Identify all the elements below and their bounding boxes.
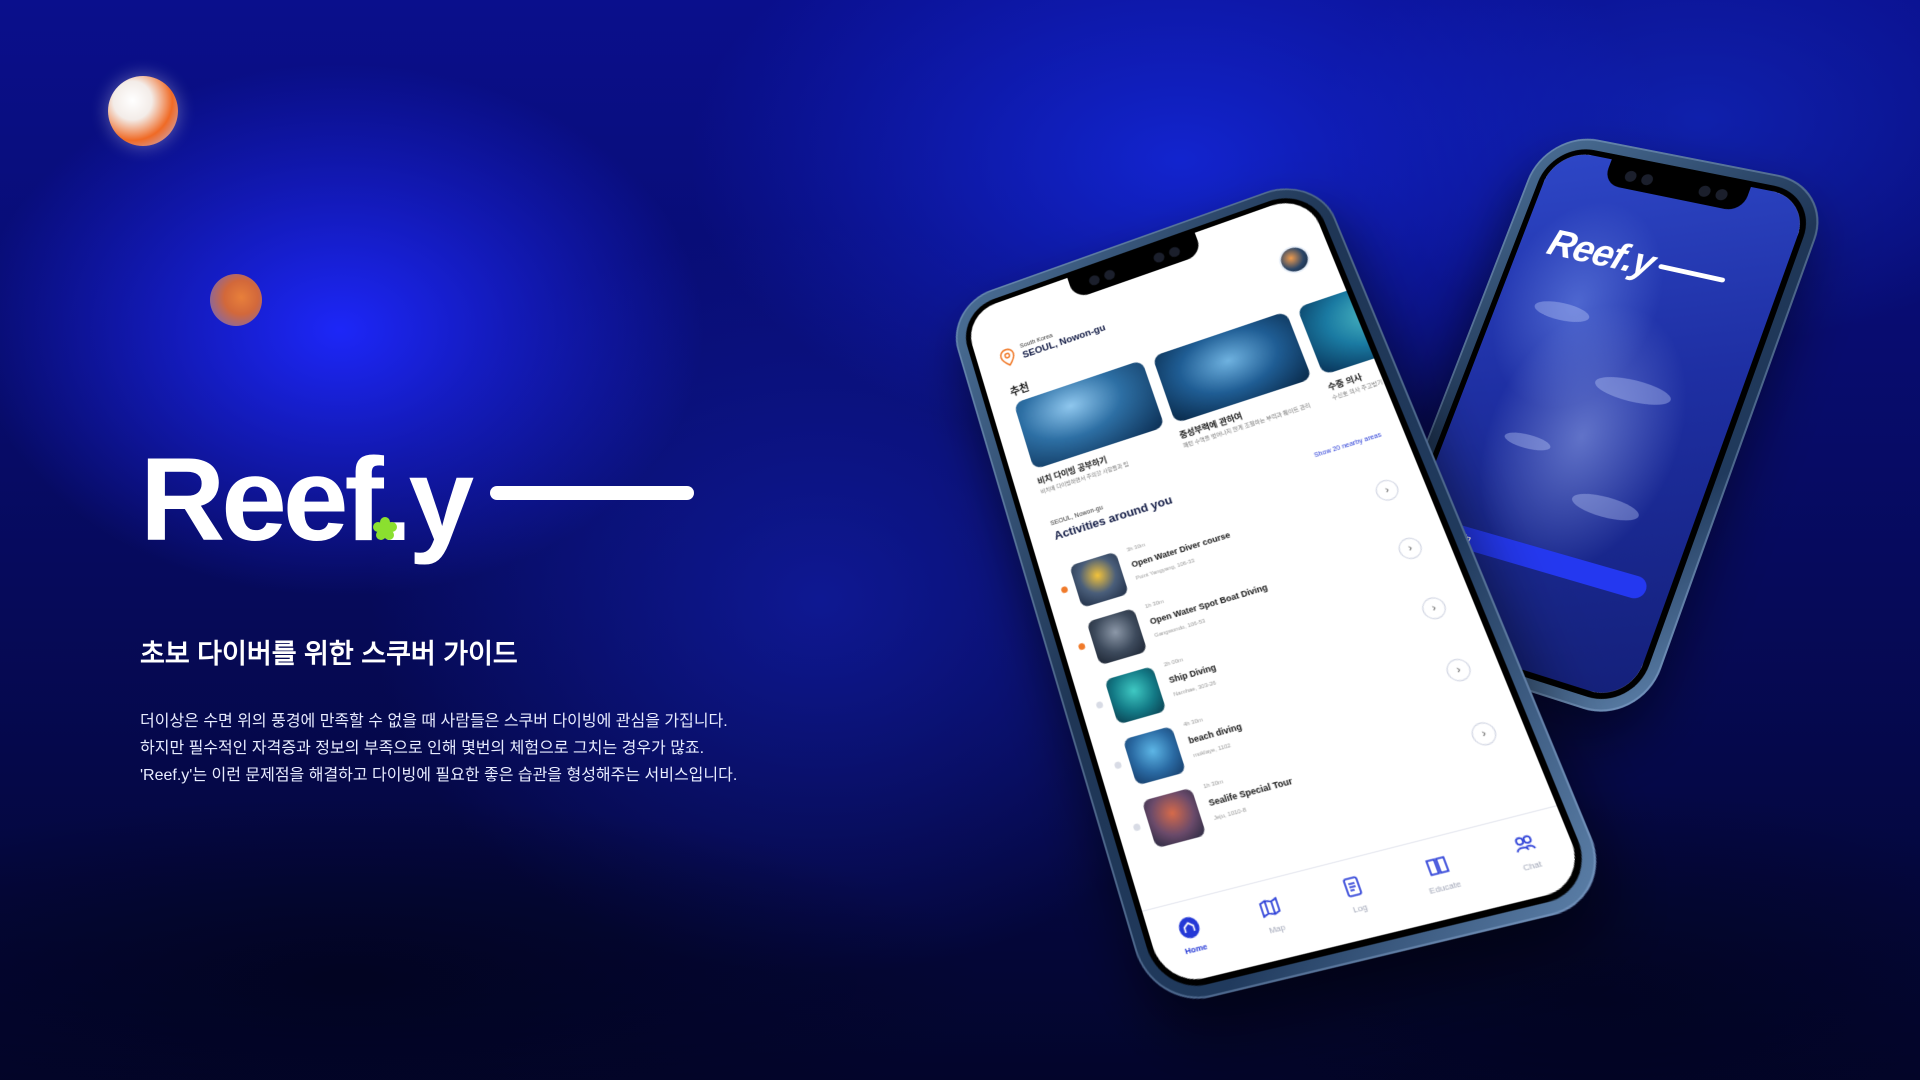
tab-label: Log: [1351, 901, 1369, 915]
activity-place: Namhae, 303-26: [1173, 680, 1218, 699]
recommend-card[interactable]: 중성부력에 관하여 패턴 수역을 벗어나지 않게 조절하는 부력과 웨이트 관리: [1152, 311, 1322, 450]
activity-duration: 2h 00m: [1163, 657, 1184, 669]
description-line: 'Reef.y'는 이런 문제점을 해결하고 다이빙에 필요한 좋은 습관을 형…: [140, 767, 738, 784]
recommend-card[interactable]: 비치 다이빙 공부하기 비치에 다이빙하면서 주의할 사항들과 팁: [1013, 360, 1174, 496]
description: 더이상은 수면 위의 풍경에 만족할 수 없을 때 사람들은 스쿠버 다이빙에 …: [140, 708, 780, 789]
brand-flower-icon: [373, 517, 397, 540]
tab-map[interactable]: Map: [1236, 888, 1309, 941]
tab-chat[interactable]: Chat: [1487, 824, 1568, 879]
decorative-orb-small: [210, 274, 262, 326]
status-dot: [1077, 642, 1086, 651]
status-dot: [1132, 822, 1142, 832]
tab-label: Educate: [1427, 878, 1463, 897]
map-icon: [1255, 893, 1285, 922]
user-avatar[interactable]: [1274, 241, 1314, 278]
chevron-right-icon[interactable]: ›: [1443, 656, 1475, 685]
book-icon: [1421, 851, 1453, 880]
card-image: [1152, 311, 1313, 424]
description-line: 하지만 필수적인 자격증과 정보의 부족으로 인해 몇번의 체험으로 그치는 경…: [140, 740, 705, 757]
activity-thumbnail: [1104, 666, 1167, 725]
home-icon: [1175, 913, 1204, 941]
log-icon: [1337, 872, 1368, 901]
activity-thumbnail: [1122, 725, 1187, 786]
decorative-orb-large: [108, 76, 178, 146]
status-dot: [1095, 700, 1104, 710]
activity-thumbnail: [1069, 551, 1130, 608]
chevron-right-icon[interactable]: ›: [1418, 594, 1450, 622]
activity-duration: 1h 30m: [1202, 779, 1225, 791]
recommend-label: 추천: [1008, 381, 1031, 399]
activity-thumbnail: [1141, 787, 1207, 849]
brand-dash: [490, 486, 694, 500]
status-dot: [1113, 760, 1123, 770]
activity-place: moklaye, 1102: [1192, 743, 1232, 760]
activities-list: 3h 30m Open Water Diver course Point Yangy…: [1054, 462, 1515, 865]
activity-duration: 3h 30m: [1126, 542, 1146, 554]
tab-home[interactable]: Home: [1157, 909, 1228, 961]
activity-duration: 4h 30m: [1182, 717, 1204, 729]
description-line: 더이상은 수면 위의 풍경에 만족할 수 없을 때 사람들은 스쿠버 다이빙에 …: [140, 713, 728, 730]
activity-duration: 1h 30m: [1144, 599, 1165, 611]
tagline: 초보 다이버를 위한 스쿠버 가이드: [140, 639, 518, 669]
activity-thumbnail: [1086, 607, 1148, 666]
brand-wordmark: Reef.y: [140, 434, 474, 566]
chevron-right-icon[interactable]: ›: [1467, 719, 1500, 749]
brand-logo: Reef.y: [140, 434, 694, 580]
chat-icon: [1507, 829, 1540, 858]
activity-place: Jeju, 1010-8: [1213, 807, 1248, 823]
tab-label: Home: [1183, 941, 1209, 957]
tab-label: Map: [1267, 922, 1287, 936]
tab-educate[interactable]: Educate: [1401, 846, 1479, 900]
location-pin-icon: [998, 346, 1018, 368]
tab-label: Chat: [1521, 858, 1544, 874]
chevron-right-icon[interactable]: ›: [1372, 477, 1402, 504]
status-dot: [1060, 585, 1069, 594]
tab-log[interactable]: Log: [1318, 867, 1393, 920]
chevron-right-icon[interactable]: ›: [1395, 534, 1426, 562]
